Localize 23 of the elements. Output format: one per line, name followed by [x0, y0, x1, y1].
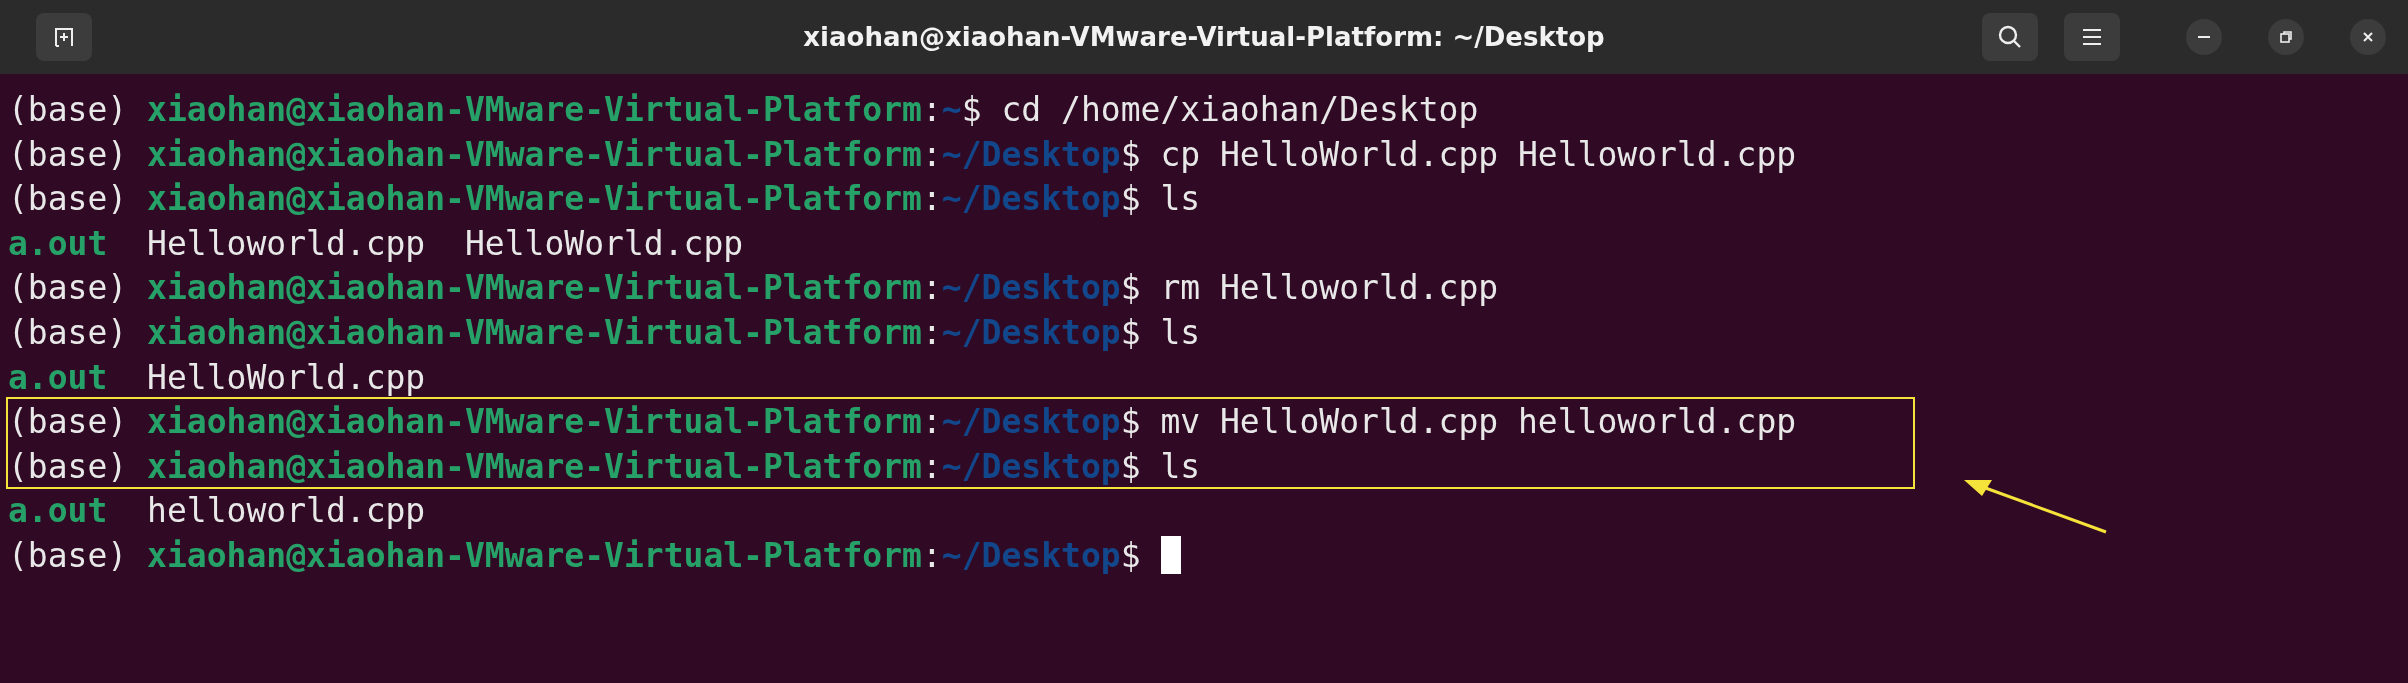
new-tab-icon — [52, 25, 76, 49]
terminal-line: (base) xiaohan@xiaohan-VMware-Virtual-Platform:~/Desktop$ ls — [8, 178, 1201, 221]
terminal-line: (base) xiaohan@xiaohan-VMware-Virtual-Platform:~/Desktop$ — [8, 533, 1181, 579]
terminal-line: a.out HelloWorld.cpp — [8, 356, 426, 399]
search-button[interactable] — [1982, 13, 2038, 61]
terminal-line: (base) xiaohan@xiaohan-VMware-Virtual-Platform:~/Desktop$ mv HelloWorld.cpp helloworld.cpp — [8, 401, 1797, 444]
maximize-button[interactable] — [2268, 19, 2304, 55]
terminal-line: (base) xiaohan@xiaohan-VMware-Virtual-Platform:~/Desktop$ cp HelloWorld.cpp Helloworld.cpp — [8, 133, 1797, 176]
close-icon — [2361, 30, 2375, 44]
menu-icon — [2081, 27, 2103, 47]
window-title: xiaohan@xiaohan-VMware-Virtual-Platform: ~/Desktop — [803, 22, 1605, 52]
menu-button[interactable] — [2064, 13, 2120, 61]
close-button[interactable] — [2350, 19, 2386, 55]
terminal-line: a.out Helloworld.cpp HelloWorld.cpp — [8, 222, 744, 265]
terminal-line: (base) xiaohan@xiaohan-VMware-Virtual-Platform:~$ cd /home/xiaohan/Desktop — [8, 89, 1479, 131]
terminal-line: (base) xiaohan@xiaohan-VMware-Virtual-Platform:~/Desktop$ ls — [8, 445, 1201, 488]
new-tab-button[interactable] — [36, 13, 92, 61]
terminal-line: (base) xiaohan@xiaohan-VMware-Virtual-Platform:~/Desktop$ rm Helloworld.cpp — [8, 267, 1499, 310]
terminal-line: a.out helloworld.cpp — [8, 490, 426, 533]
terminal-line: (base) xiaohan@xiaohan-VMware-Virtual-Platform:~/Desktop$ ls — [8, 311, 1201, 354]
minimize-icon — [2198, 36, 2210, 38]
search-icon — [1997, 24, 2023, 50]
restore-icon — [2279, 30, 2293, 44]
